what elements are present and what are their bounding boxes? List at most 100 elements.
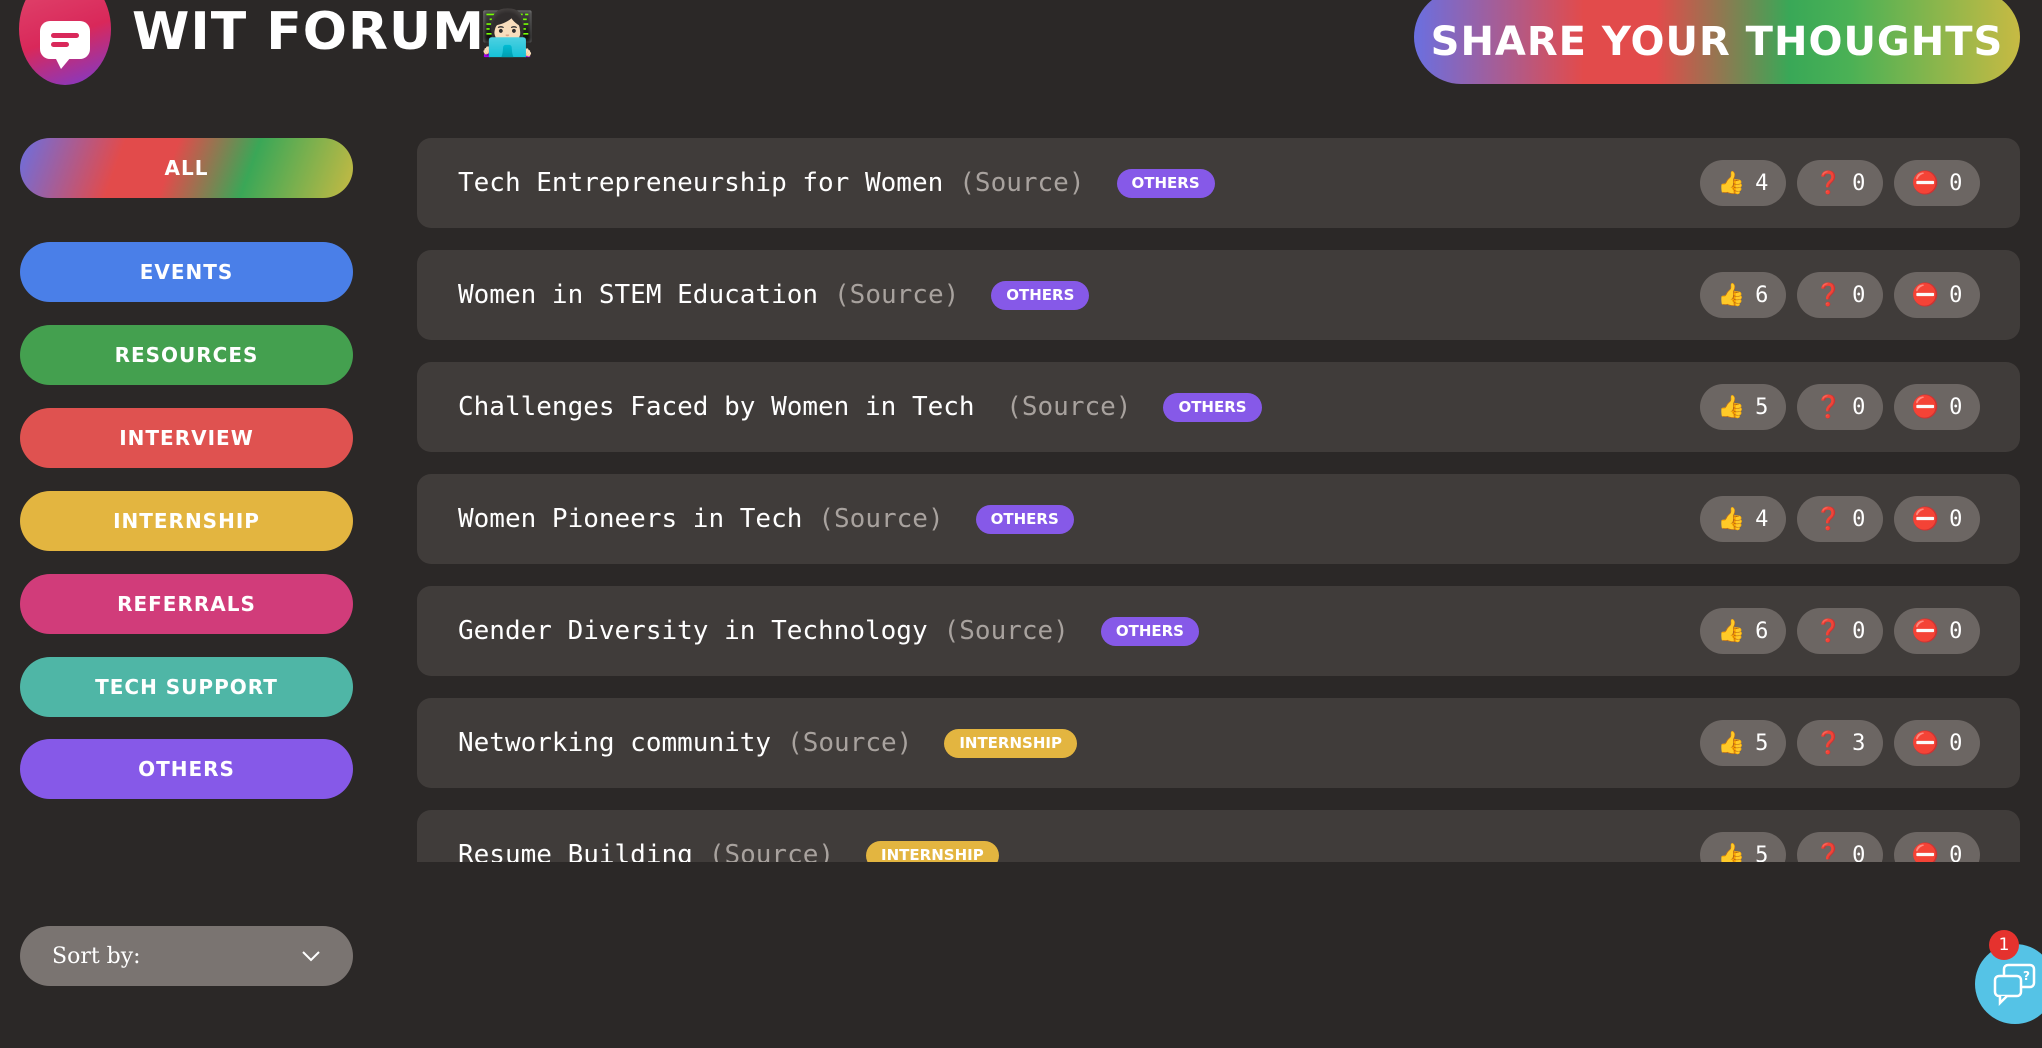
no-entry-count: 0 <box>1949 842 1963 863</box>
no-entry-count: 0 <box>1949 618 1963 644</box>
question-count: 0 <box>1852 170 1866 196</box>
post-source-link[interactable]: (Source) <box>959 168 1084 198</box>
like-count: 5 <box>1755 730 1769 756</box>
like-button[interactable]: 👍 4 <box>1700 160 1786 206</box>
post-tag: OTHERS <box>1116 168 1215 198</box>
no-entry-button[interactable]: ⛔ 0 <box>1894 832 1980 862</box>
question-icon: ❓ <box>1814 394 1843 420</box>
filter-interview-button[interactable]: INTERVIEW <box>20 408 353 468</box>
no-entry-count: 0 <box>1949 170 1963 196</box>
like-count: 5 <box>1755 842 1769 863</box>
question-button[interactable]: ❓ 0 <box>1797 272 1883 318</box>
sort-select[interactable]: Sort by: <box>20 926 353 986</box>
post-row[interactable]: Tech Entrepreneurship for Women (Source)… <box>417 138 2020 228</box>
post-title[interactable]: Gender Diversity in Technology <box>458 616 928 646</box>
post-row[interactable]: Women in STEM Education (Source) OTHERS … <box>417 250 2020 340</box>
post-tag: INTERNSHIP <box>944 728 1077 758</box>
no-entry-icon: ⛔ <box>1911 506 1940 532</box>
like-button[interactable]: 👍 5 <box>1700 720 1786 766</box>
post-source-link[interactable]: (Source) <box>1006 392 1131 422</box>
no-entry-button[interactable]: ⛔ 0 <box>1894 384 1980 430</box>
like-button[interactable]: 👍 5 <box>1700 832 1786 862</box>
question-count: 3 <box>1852 730 1866 756</box>
question-icon: ❓ <box>1814 730 1843 756</box>
thumbs-up-icon: 👍 <box>1717 170 1746 196</box>
chat-bubble-icon <box>40 21 90 69</box>
question-button[interactable]: ❓ 0 <box>1797 608 1883 654</box>
no-entry-count: 0 <box>1949 282 1963 308</box>
question-count: 0 <box>1852 842 1866 863</box>
no-entry-icon: ⛔ <box>1911 394 1940 420</box>
question-button[interactable]: ❓ 3 <box>1797 720 1883 766</box>
no-entry-count: 0 <box>1949 506 1963 532</box>
post-source-link[interactable]: (Source) <box>787 728 912 758</box>
thumbs-up-icon: 👍 <box>1717 842 1746 863</box>
like-button[interactable]: 👍 4 <box>1700 496 1786 542</box>
thumbs-up-icon: 👍 <box>1717 394 1746 420</box>
no-entry-button[interactable]: ⛔ 0 <box>1894 608 1980 654</box>
post-title[interactable]: Challenges Faced by Women in Tech <box>458 392 990 422</box>
question-button[interactable]: ❓ 0 <box>1797 832 1883 862</box>
thumbs-up-icon: 👍 <box>1717 730 1746 756</box>
question-count: 0 <box>1852 394 1866 420</box>
help-chat-icon: ? <box>1993 963 2036 1006</box>
filter-tech-support-button[interactable]: TECH SUPPORT <box>20 657 353 717</box>
like-button[interactable]: 👍 6 <box>1700 608 1786 654</box>
post-row[interactable]: Gender Diversity in Technology (Source) … <box>417 586 2020 676</box>
post-tag: OTHERS <box>1163 392 1262 422</box>
no-entry-count: 0 <box>1949 394 1963 420</box>
post-row[interactable]: Networking community (Source) INTERNSHIP… <box>417 698 2020 788</box>
question-icon: ❓ <box>1814 618 1843 644</box>
share-thoughts-button[interactable]: SHARE YOUR THOUGHTS <box>1414 0 2020 84</box>
question-icon: ❓ <box>1814 282 1843 308</box>
question-count: 0 <box>1852 282 1866 308</box>
like-count: 6 <box>1755 618 1769 644</box>
like-button[interactable]: 👍 5 <box>1700 384 1786 430</box>
logo[interactable] <box>19 0 111 85</box>
question-icon: ❓ <box>1814 506 1843 532</box>
no-entry-icon: ⛔ <box>1911 282 1940 308</box>
chevron-down-icon <box>302 951 320 962</box>
post-source-link[interactable]: (Source) <box>818 504 943 534</box>
svg-text:?: ? <box>2023 969 2030 983</box>
filter-events-button[interactable]: EVENTS <box>20 242 353 302</box>
question-button[interactable]: ❓ 0 <box>1797 496 1883 542</box>
no-entry-button[interactable]: ⛔ 0 <box>1894 272 1980 318</box>
filter-referrals-button[interactable]: REFERRALS <box>20 574 353 634</box>
no-entry-button[interactable]: ⛔ 0 <box>1894 720 1980 766</box>
question-icon: ❓ <box>1814 170 1843 196</box>
post-tag: OTHERS <box>1100 616 1199 646</box>
question-button[interactable]: ❓ 0 <box>1797 384 1883 430</box>
no-entry-button[interactable]: ⛔ 0 <box>1894 496 1980 542</box>
woman-technologist-icon: 👩🏻‍💻 <box>480 8 535 59</box>
thumbs-up-icon: 👍 <box>1717 506 1746 532</box>
post-row[interactable]: Resume Building (Source) INTERNSHIP 👍 5 ❓… <box>417 810 2020 862</box>
question-button[interactable]: ❓ 0 <box>1797 160 1883 206</box>
post-title[interactable]: Networking community <box>458 728 771 758</box>
no-entry-button[interactable]: ⛔ 0 <box>1894 160 1980 206</box>
like-count: 4 <box>1755 506 1769 532</box>
question-count: 0 <box>1852 506 1866 532</box>
question-count: 0 <box>1852 618 1866 644</box>
post-list[interactable]: Tech Entrepreneurship for Women (Source)… <box>417 138 2020 862</box>
no-entry-icon: ⛔ <box>1911 618 1940 644</box>
post-title[interactable]: Tech Entrepreneurship for Women <box>458 168 943 198</box>
no-entry-icon: ⛔ <box>1911 730 1940 756</box>
post-row[interactable]: Women Pioneers in Tech (Source) OTHERS 👍… <box>417 474 2020 564</box>
post-tag: OTHERS <box>975 504 1074 534</box>
post-title[interactable]: Women in STEM Education <box>458 280 818 310</box>
post-title[interactable]: Women Pioneers in Tech <box>458 504 802 534</box>
thumbs-up-icon: 👍 <box>1717 282 1746 308</box>
filter-others-button[interactable]: OTHERS <box>20 739 353 799</box>
filter-all-button[interactable]: ALL <box>20 138 353 198</box>
post-source-link[interactable]: (Source) <box>709 840 834 862</box>
post-row[interactable]: Challenges Faced by Women in Tech (Sourc… <box>417 362 2020 452</box>
filter-resources-button[interactable]: RESOURCES <box>20 325 353 385</box>
post-tag: INTERNSHIP <box>866 840 999 862</box>
post-source-link[interactable]: (Source) <box>944 616 1069 646</box>
post-source-link[interactable]: (Source) <box>834 280 959 310</box>
notification-badge: 1 <box>1989 930 2019 960</box>
filter-internship-button[interactable]: INTERNSHIP <box>20 491 353 551</box>
like-button[interactable]: 👍 6 <box>1700 272 1786 318</box>
post-title[interactable]: Resume Building <box>458 840 693 862</box>
